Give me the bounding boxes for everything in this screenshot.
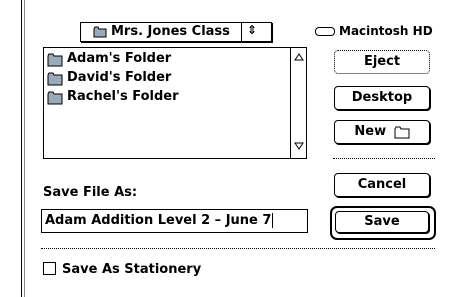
file-list[interactable]: Adam's Folder David's Folder Rachel's Fo… xyxy=(43,47,307,159)
folder-icon xyxy=(47,91,63,105)
stationery-checkbox[interactable] xyxy=(43,262,56,275)
popup-arrows-icon: ⇕ xyxy=(247,23,258,37)
new-folder-button[interactable]: New xyxy=(334,120,430,144)
scroll-down-arrow-icon[interactable] xyxy=(294,142,304,150)
eject-button[interactable]: Eject xyxy=(334,50,430,74)
stationery-label: Save As Stationery xyxy=(62,262,202,277)
list-item-label: Rachel's Folder xyxy=(67,89,179,104)
folder-icon xyxy=(93,26,107,42)
volume-name: Macintosh HD xyxy=(339,24,433,38)
list-item-label: David's Folder xyxy=(67,70,172,85)
save-file-as-label: Save File As: xyxy=(43,185,138,200)
save-button[interactable]: Save xyxy=(335,211,429,233)
folder-popup-label: Mrs. Jones Class xyxy=(111,24,230,39)
scroll-up-arrow-icon[interactable] xyxy=(294,53,304,61)
folder-icon xyxy=(47,72,63,86)
divider xyxy=(41,248,435,249)
window-edge-shadow xyxy=(24,0,25,297)
folder-popup-menu[interactable]: Mrs. Jones Class ⇕ xyxy=(80,22,272,42)
vertical-scrollbar[interactable] xyxy=(290,48,307,158)
popup-divider xyxy=(241,23,242,41)
hard-disk-icon xyxy=(315,27,335,36)
new-folder-icon xyxy=(394,126,410,138)
volume-label: Macintosh HD xyxy=(315,24,433,38)
window-edge xyxy=(21,0,22,297)
list-item-label: Adam's Folder xyxy=(67,51,172,66)
stationery-option[interactable]: Save As Stationery xyxy=(43,262,201,277)
file-name-field[interactable]: Adam Addition Level 2 – June 7 xyxy=(41,209,308,233)
text-cursor xyxy=(272,213,274,228)
desktop-button[interactable]: Desktop xyxy=(334,86,430,110)
divider xyxy=(333,158,435,159)
default-button-ring: Save xyxy=(330,206,436,240)
file-name-value: Adam Addition Level 2 – June 7 xyxy=(45,213,272,228)
cancel-button[interactable]: Cancel xyxy=(334,173,430,197)
new-folder-label: New xyxy=(354,124,387,139)
folder-icon xyxy=(47,53,63,67)
